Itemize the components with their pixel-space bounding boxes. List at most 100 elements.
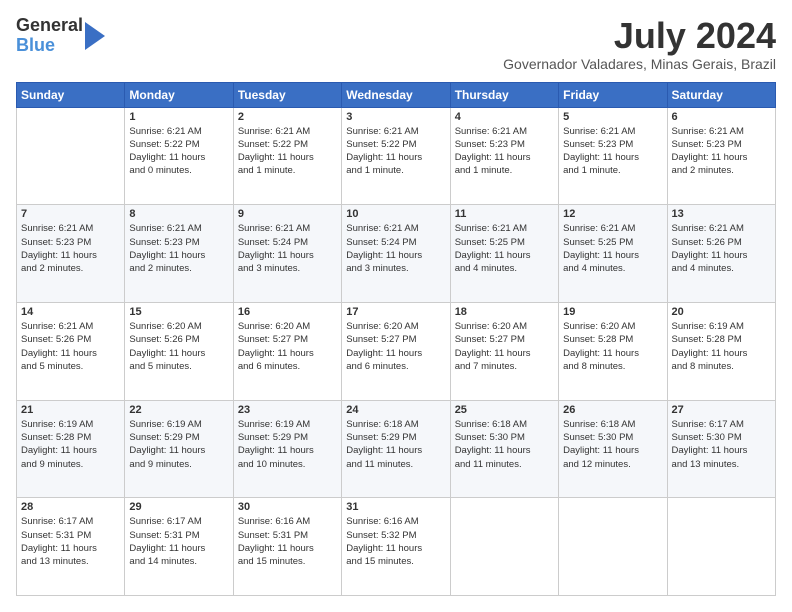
calendar-week-row: 28 Sunrise: 6:17 AM Sunset: 5:31 PM Dayli… xyxy=(17,498,776,596)
logo: General Blue xyxy=(16,16,105,56)
day-number: 12 xyxy=(563,208,662,220)
table-row: 22 Sunrise: 6:19 AM Sunset: 5:29 PM Dayli… xyxy=(125,400,233,498)
table-row: 28 Sunrise: 6:17 AM Sunset: 5:31 PM Dayli… xyxy=(17,498,125,596)
col-wednesday: Wednesday xyxy=(342,82,450,107)
day-number: 24 xyxy=(346,404,445,416)
day-info: Sunrise: 6:21 AM Sunset: 5:24 PM Dayligh… xyxy=(238,222,337,275)
day-info: Sunrise: 6:21 AM Sunset: 5:25 PM Dayligh… xyxy=(563,222,662,275)
day-number: 10 xyxy=(346,208,445,220)
day-info: Sunrise: 6:17 AM Sunset: 5:30 PM Dayligh… xyxy=(672,418,771,471)
day-info: Sunrise: 6:19 AM Sunset: 5:28 PM Dayligh… xyxy=(21,418,120,471)
table-row: 23 Sunrise: 6:19 AM Sunset: 5:29 PM Dayli… xyxy=(233,400,341,498)
table-row: 12 Sunrise: 6:21 AM Sunset: 5:25 PM Dayli… xyxy=(559,205,667,303)
logo-general: General xyxy=(16,16,83,36)
page: General Blue July 2024 Governador Valada… xyxy=(0,0,792,612)
table-row: 5Sunrise: 6:21 AM Sunset: 5:23 PM Daylig… xyxy=(559,107,667,205)
calendar-week-row: 1 Sunrise: 6:21 AM Sunset: 5:22 PM Daylig… xyxy=(17,107,776,205)
col-sunday: Sunday xyxy=(17,82,125,107)
table-row: 27 Sunrise: 6:17 AM Sunset: 5:30 PM Dayli… xyxy=(667,400,775,498)
table-row xyxy=(667,498,775,596)
day-number: 3 xyxy=(346,111,445,123)
day-number: 7 xyxy=(21,208,120,220)
day-info: Sunrise: 6:21 AM Sunset: 5:23 PM Dayligh… xyxy=(129,222,228,275)
day-info: Sunrise: 6:20 AM Sunset: 5:27 PM Dayligh… xyxy=(455,320,554,373)
table-row: 17 Sunrise: 6:20 AM Sunset: 5:27 PM Dayli… xyxy=(342,302,450,400)
day-number: 30 xyxy=(238,501,337,513)
day-number: 16 xyxy=(238,306,337,318)
day-info: Sunrise: 6:20 AM Sunset: 5:27 PM Dayligh… xyxy=(346,320,445,373)
table-row xyxy=(17,107,125,205)
table-row: 4 Sunrise: 6:21 AM Sunset: 5:23 PM Daylig… xyxy=(450,107,558,205)
calendar-week-row: 21 Sunrise: 6:19 AM Sunset: 5:28 PM Dayli… xyxy=(17,400,776,498)
day-info: Sunrise: 6:21 AM Sunset: 5:26 PM Dayligh… xyxy=(21,320,120,373)
day-number: 25 xyxy=(455,404,554,416)
day-info: Sunrise: 6:16 AM Sunset: 5:31 PM Dayligh… xyxy=(238,515,337,568)
day-number: 18 xyxy=(455,306,554,318)
table-row: 18 Sunrise: 6:20 AM Sunset: 5:27 PM Dayli… xyxy=(450,302,558,400)
table-row: 26 Sunrise: 6:18 AM Sunset: 5:30 PM Dayli… xyxy=(559,400,667,498)
day-number: 6 xyxy=(672,111,771,123)
table-row: 9Sunrise: 6:21 AM Sunset: 5:24 PM Daylig… xyxy=(233,205,341,303)
col-tuesday: Tuesday xyxy=(233,82,341,107)
table-row: 21 Sunrise: 6:19 AM Sunset: 5:28 PM Dayli… xyxy=(17,400,125,498)
day-info: Sunrise: 6:18 AM Sunset: 5:30 PM Dayligh… xyxy=(455,418,554,471)
day-number: 14 xyxy=(21,306,120,318)
day-info: Sunrise: 6:19 AM Sunset: 5:29 PM Dayligh… xyxy=(238,418,337,471)
header: General Blue July 2024 Governador Valada… xyxy=(16,16,776,72)
day-number: 1 xyxy=(129,111,228,123)
day-number: 13 xyxy=(672,208,771,220)
col-friday: Friday xyxy=(559,82,667,107)
day-info: Sunrise: 6:18 AM Sunset: 5:30 PM Dayligh… xyxy=(563,418,662,471)
day-info: Sunrise: 6:19 AM Sunset: 5:28 PM Dayligh… xyxy=(672,320,771,373)
day-number: 31 xyxy=(346,501,445,513)
day-number: 19 xyxy=(563,306,662,318)
day-info: Sunrise: 6:20 AM Sunset: 5:26 PM Dayligh… xyxy=(129,320,228,373)
day-info: Sunrise: 6:21 AM Sunset: 5:22 PM Dayligh… xyxy=(238,125,337,178)
col-saturday: Saturday xyxy=(667,82,775,107)
calendar-table: Sunday Monday Tuesday Wednesday Thursday… xyxy=(16,82,776,596)
calendar-week-row: 7 Sunrise: 6:21 AM Sunset: 5:23 PM Daylig… xyxy=(17,205,776,303)
calendar-week-row: 14 Sunrise: 6:21 AM Sunset: 5:26 PM Dayli… xyxy=(17,302,776,400)
day-number: 22 xyxy=(129,404,228,416)
col-monday: Monday xyxy=(125,82,233,107)
day-number: 21 xyxy=(21,404,120,416)
month-year-title: July 2024 xyxy=(503,16,776,56)
table-row: 13Sunrise: 6:21 AM Sunset: 5:26 PM Dayli… xyxy=(667,205,775,303)
table-row: 6Sunrise: 6:21 AM Sunset: 5:23 PM Daylig… xyxy=(667,107,775,205)
table-row: 19 Sunrise: 6:20 AM Sunset: 5:28 PM Dayli… xyxy=(559,302,667,400)
day-number: 2 xyxy=(238,111,337,123)
day-info: Sunrise: 6:21 AM Sunset: 5:23 PM Dayligh… xyxy=(21,222,120,275)
day-number: 17 xyxy=(346,306,445,318)
day-info: Sunrise: 6:21 AM Sunset: 5:22 PM Dayligh… xyxy=(346,125,445,178)
day-number: 4 xyxy=(455,111,554,123)
table-row: 2 Sunrise: 6:21 AM Sunset: 5:22 PM Daylig… xyxy=(233,107,341,205)
day-info: Sunrise: 6:19 AM Sunset: 5:29 PM Dayligh… xyxy=(129,418,228,471)
table-row: 15 Sunrise: 6:20 AM Sunset: 5:26 PM Dayli… xyxy=(125,302,233,400)
day-info: Sunrise: 6:18 AM Sunset: 5:29 PM Dayligh… xyxy=(346,418,445,471)
logo-icon xyxy=(85,22,105,50)
day-info: Sunrise: 6:16 AM Sunset: 5:32 PM Dayligh… xyxy=(346,515,445,568)
day-info: Sunrise: 6:20 AM Sunset: 5:28 PM Dayligh… xyxy=(563,320,662,373)
day-number: 5 xyxy=(563,111,662,123)
day-number: 20 xyxy=(672,306,771,318)
table-row: 20 Sunrise: 6:19 AM Sunset: 5:28 PM Dayli… xyxy=(667,302,775,400)
day-number: 15 xyxy=(129,306,228,318)
day-number: 8 xyxy=(129,208,228,220)
day-number: 26 xyxy=(563,404,662,416)
day-info: Sunrise: 6:20 AM Sunset: 5:27 PM Dayligh… xyxy=(238,320,337,373)
table-row: 3 Sunrise: 6:21 AM Sunset: 5:22 PM Daylig… xyxy=(342,107,450,205)
logo-blue: Blue xyxy=(16,36,83,56)
table-row: 8 Sunrise: 6:21 AM Sunset: 5:23 PM Daylig… xyxy=(125,205,233,303)
day-number: 27 xyxy=(672,404,771,416)
table-row: 7 Sunrise: 6:21 AM Sunset: 5:23 PM Daylig… xyxy=(17,205,125,303)
day-info: Sunrise: 6:21 AM Sunset: 5:25 PM Dayligh… xyxy=(455,222,554,275)
table-row: 31 Sunrise: 6:16 AM Sunset: 5:32 PM Dayli… xyxy=(342,498,450,596)
day-number: 28 xyxy=(21,501,120,513)
table-row xyxy=(450,498,558,596)
day-info: Sunrise: 6:21 AM Sunset: 5:23 PM Dayligh… xyxy=(455,125,554,178)
day-info: Sunrise: 6:17 AM Sunset: 5:31 PM Dayligh… xyxy=(21,515,120,568)
day-number: 23 xyxy=(238,404,337,416)
table-row: 30 Sunrise: 6:16 AM Sunset: 5:31 PM Dayli… xyxy=(233,498,341,596)
day-info: Sunrise: 6:21 AM Sunset: 5:24 PM Dayligh… xyxy=(346,222,445,275)
day-info: Sunrise: 6:17 AM Sunset: 5:31 PM Dayligh… xyxy=(129,515,228,568)
